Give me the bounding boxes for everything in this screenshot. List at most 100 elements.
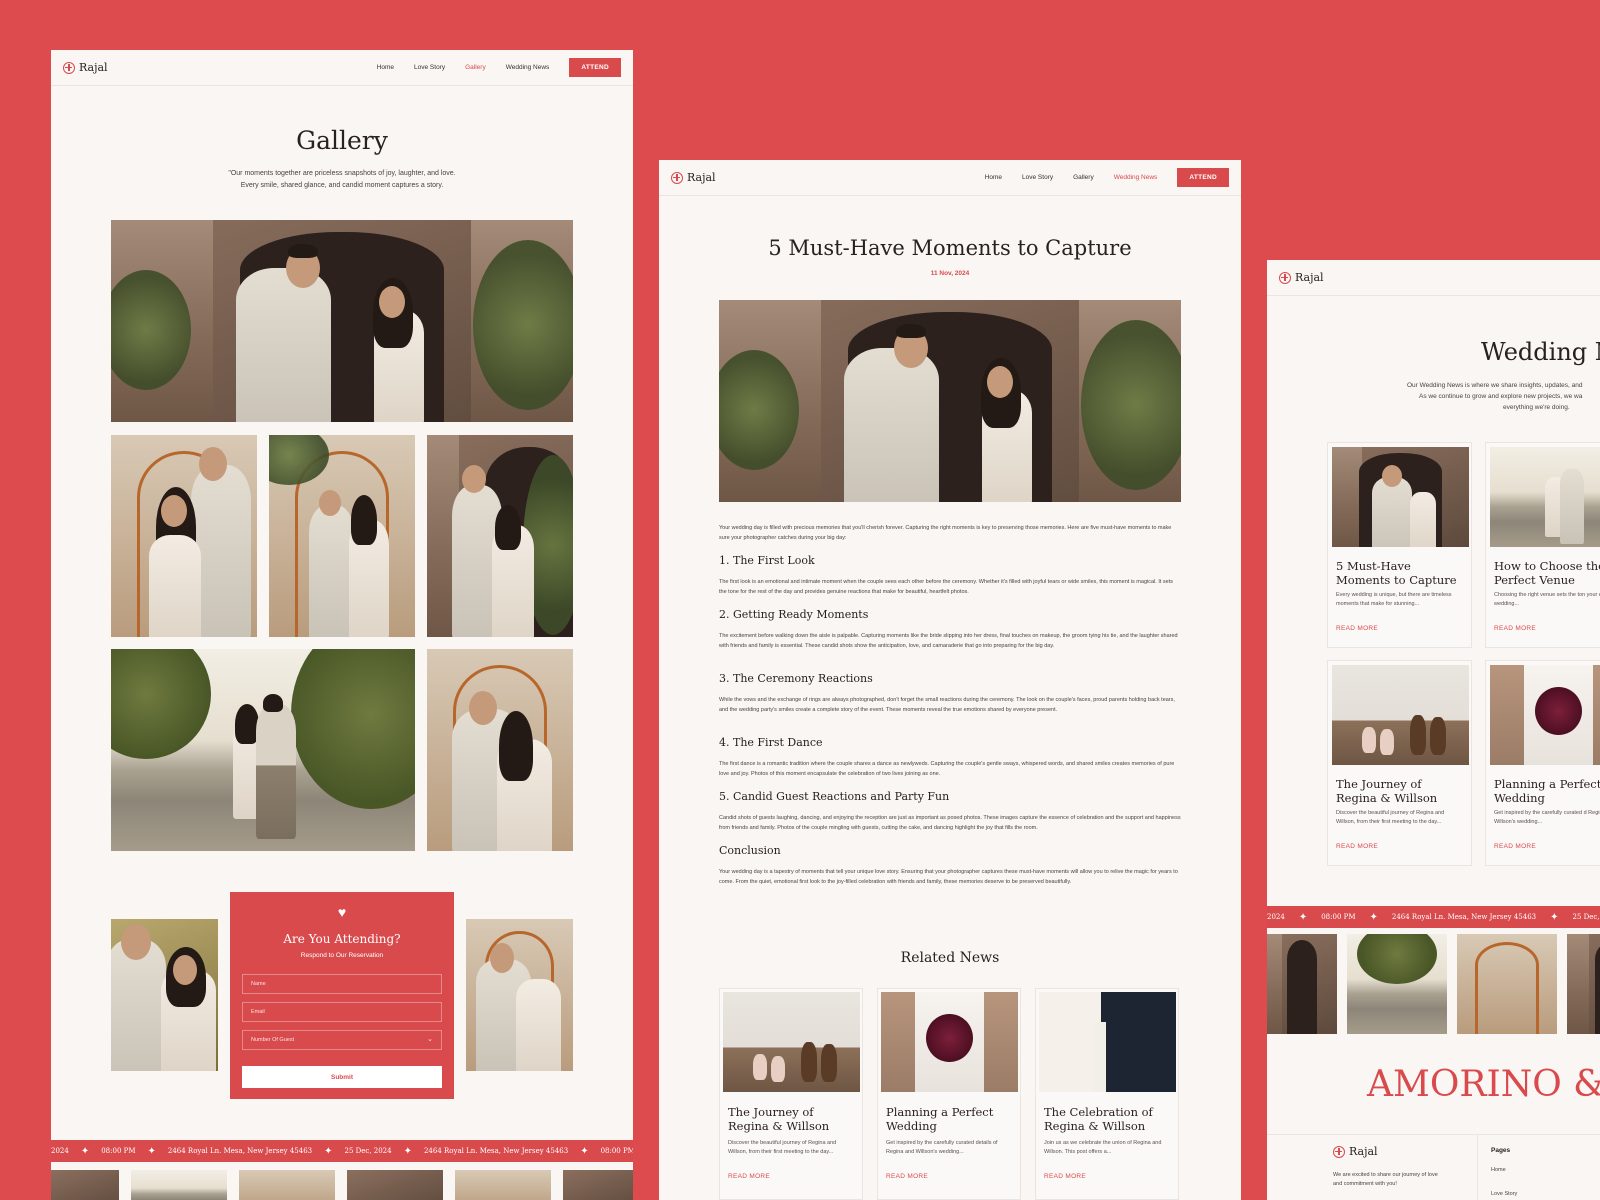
related-news-title: Related News [900,950,1000,966]
related-card[interactable]: The Journey of Regina & Willson Discover… [719,988,863,1200]
section-body: The excitement before walking down the a… [719,633,1178,649]
heart-icon: ♥ [337,904,347,920]
news-card-photo [1490,447,1600,547]
section-heading: 2. Getting Ready Moments [719,608,869,621]
footer-logo[interactable]: Rajal [1333,1145,1378,1158]
section-heading: 1. The First Look [719,554,815,567]
news-card[interactable]: 5 Must-Have Moments to Capture Every wed… [1327,442,1472,648]
rsvp-photo-right[interactable] [466,919,573,1071]
name-field[interactable]: Name [242,974,442,994]
guest-select-label: Number Of Guest [251,1037,295,1043]
read-more-link[interactable]: READ MORE [1494,843,1536,850]
section-body: While the vows and the exchange of rings… [719,697,1175,713]
strip-photo[interactable] [1567,934,1600,1034]
news-card-title[interactable]: 5 Must-Have Moments to Capture [1336,559,1465,587]
read-more-link[interactable]: READ MORE [1336,625,1378,632]
attend-button[interactable]: ATTEND [1177,168,1229,187]
ticker-item: 08:00 PM [101,1147,136,1155]
read-more-link[interactable]: READ MORE [1044,1173,1086,1180]
related-card-title[interactable]: Planning a Perfect Wedding [886,1105,1014,1133]
news-card-title[interactable]: Planning a Perfect Wedding [1494,777,1600,805]
strip-photo[interactable] [131,1170,227,1200]
gallery-page: Rajal Home Love Story Gallery Wedding Ne… [51,50,633,1200]
read-more-link[interactable]: READ MORE [1494,625,1536,632]
chevron-down-icon: ⌄ [427,1036,433,1043]
logo[interactable]: Rajal [671,171,716,184]
footer-link-love-story[interactable]: Love Story [1491,1191,1517,1197]
nav-links: Home Love Story Gallery Wedding News ATT… [377,58,621,77]
news-card[interactable]: How to Choose the Perfect Venue Choosing… [1485,442,1600,648]
rsvp-photo-left[interactable] [111,919,218,1071]
news-card-title[interactable]: The Journey of Regina & Willson [1336,777,1465,805]
rsvp-form: ♥ Are You Attending? Respond to Our Rese… [230,892,454,1099]
sparkle-icon: ✦ [324,1145,333,1157]
related-card[interactable]: Planning a Perfect Wedding Get inspired … [877,988,1021,1200]
email-field[interactable]: Email [242,1002,442,1022]
strip-photo[interactable] [563,1170,633,1200]
ticker-item: 08:00 PM [1321,913,1356,921]
attend-button[interactable]: ATTEND [569,58,621,77]
gallery-photo-5[interactable] [111,649,415,851]
submit-button[interactable]: Submit [242,1066,442,1088]
logo[interactable]: Rajal [1279,271,1324,284]
section-body: The first look is an emotional and intim… [719,579,1173,595]
nav-gallery[interactable]: Gallery [1073,174,1094,181]
nav-home[interactable]: Home [377,64,394,71]
related-card-title[interactable]: The Celebration of Regina & Willson [1044,1105,1172,1133]
photo-strip [1267,934,1600,1038]
nav-love-story[interactable]: Love Story [414,64,445,71]
news-card[interactable]: The Journey of Regina & Willson Discover… [1327,660,1472,866]
news-desc-line: As we continue to grow and explore new p… [1419,393,1583,400]
navbar: Rajal Home Love Story Gallery Wedding Ne… [51,50,633,86]
section-heading: Conclusion [719,844,781,857]
gallery-photo-3[interactable] [269,435,415,637]
news-desc-line: Our Wedding News is where we share insig… [1407,382,1583,389]
news-card[interactable]: Planning a Perfect Wedding Get inspired … [1485,660,1600,866]
logo-text: Rajal [687,171,716,184]
strip-photo[interactable] [1457,934,1557,1034]
footer-link-home[interactable]: Home [1491,1167,1506,1173]
gallery-photo-6[interactable] [427,649,573,851]
navbar: Rajal Home Love Story Gallery Wedding Ne… [659,160,1241,196]
sparkle-icon: ✦ [1550,911,1559,923]
read-more-link[interactable]: READ MORE [886,1173,928,1180]
ticker-item: 2024 [51,1147,69,1155]
strip-photo[interactable] [239,1170,335,1200]
strip-photo[interactable] [1267,934,1337,1034]
logo-flower-icon [671,171,683,184]
footer-description: We are excited to share our journey of l… [1333,1171,1438,1189]
news-card-excerpt: Choosing the right venue sets the ton yo… [1494,592,1600,607]
footer-pages-title: Pages [1491,1147,1511,1154]
news-description: Our Wedding News is where we share insig… [1407,380,1600,413]
nav-wedding-news[interactable]: Wedding News [506,64,550,71]
logo-flower-icon [63,61,75,74]
gallery-photo-2[interactable] [111,435,257,637]
read-more-link[interactable]: READ MORE [728,1173,770,1180]
news-card-title[interactable]: How to Choose the Perfect Venue [1494,559,1600,587]
nav-wedding-news[interactable]: Wedding News [1114,174,1158,181]
related-card-excerpt: Discover the beautiful journey of Regina… [728,1140,837,1155]
nav-love-story[interactable]: Love Story [1022,174,1053,181]
guest-select[interactable]: Number Of Guest ⌄ [242,1030,442,1050]
nav-gallery[interactable]: Gallery [465,64,486,71]
related-card-title[interactable]: The Journey of Regina & Willson [728,1105,856,1133]
related-card[interactable]: The Celebration of Regina & Willson Join… [1035,988,1179,1200]
gallery-photo-main[interactable] [111,220,573,422]
ticker-item: 2464 Royal Ln. Mesa, New Jersey 45463 [423,1147,569,1155]
strip-photo[interactable] [51,1170,119,1200]
strip-photo[interactable] [455,1170,551,1200]
rsvp-subheading: Respond to Our Reservation [300,952,384,959]
nav-home[interactable]: Home [985,174,1002,181]
logo[interactable]: Rajal [63,61,108,74]
navbar: Rajal [1267,260,1600,296]
read-more-link[interactable]: READ MORE [1336,843,1378,850]
footer: Rajal We are excited to share our journe… [1267,1134,1600,1200]
section-heading: 4. The First Dance [719,736,823,749]
gallery-photo-4[interactable] [427,435,573,637]
news-desc-line: everything we're doing. [1503,404,1570,411]
logo-text: Rajal [1349,1145,1378,1158]
sparkle-icon: ✦ [403,1145,412,1157]
strip-photo[interactable] [347,1170,443,1200]
strip-photo[interactable] [1347,934,1447,1034]
ticker-item: 25 Dec, 2024 [344,1147,392,1155]
